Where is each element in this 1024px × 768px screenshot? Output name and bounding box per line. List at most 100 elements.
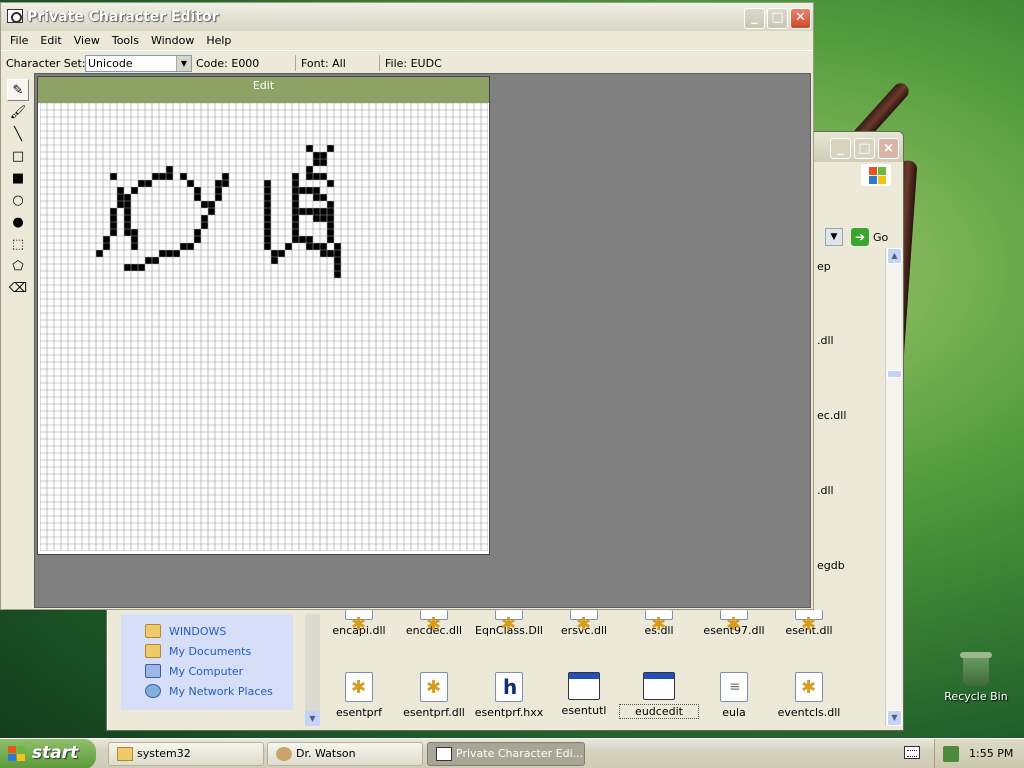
filled-pixel[interactable] [320,152,327,159]
filled-pixel[interactable] [299,236,306,243]
file-item[interactable]: EqnClass.Dll [469,610,549,637]
filled-pixel[interactable] [313,208,320,215]
go-button[interactable]: ➔ Go [851,227,888,247]
file-label[interactable]: .dll [817,484,834,497]
filled-pixel[interactable] [124,201,131,208]
filled-pixel[interactable] [271,250,278,257]
filled-pixel[interactable] [264,229,271,236]
file-item[interactable]: eula [694,672,774,719]
filled-pixel[interactable] [334,243,341,250]
filled-pixel[interactable] [110,215,117,222]
line-icon[interactable]: ╲ [7,123,29,145]
filled-pixel[interactable] [292,201,299,208]
filled-pixel[interactable] [299,187,306,194]
filled-pixel[interactable] [334,257,341,264]
filled-pixel[interactable] [201,222,208,229]
start-button[interactable]: start [0,739,96,768]
menu-view[interactable]: View [68,31,106,50]
charset-select[interactable]: Unicode ▼ [85,55,192,72]
filled-pixel[interactable] [264,194,271,201]
filled-pixel[interactable] [306,173,313,180]
filled-pixel[interactable] [327,208,334,215]
file-item[interactable]: eudcedit [619,672,699,719]
filled-pixel[interactable] [285,243,292,250]
filled-pixel[interactable] [96,250,103,257]
filled-pixel[interactable] [180,173,187,180]
filled-pixel[interactable] [306,208,313,215]
filled-pixel[interactable] [292,222,299,229]
filled-pixel[interactable] [138,264,145,271]
filled-pixel[interactable] [320,159,327,166]
filled-pixel[interactable] [166,173,173,180]
filled-pixel[interactable] [264,236,271,243]
place-windows[interactable]: WINDOWS [145,624,226,638]
filled-pixel[interactable] [306,187,313,194]
filled-pixel[interactable] [131,229,138,236]
recycle-bin[interactable]: Recycle Bin [944,652,1008,703]
filled-pixel[interactable] [320,173,327,180]
filled-pixel[interactable] [278,250,285,257]
file-item[interactable]: eventcls.dll [769,672,849,719]
place-my-documents[interactable]: My Documents [145,644,251,658]
filled-pixel[interactable] [327,215,334,222]
file-item[interactable]: encapi.dll [319,610,399,637]
filled-pixel[interactable] [320,208,327,215]
filled-pixel[interactable] [334,264,341,271]
filled-pixel[interactable] [159,250,166,257]
filled-pixel[interactable] [292,236,299,243]
filled-pixel[interactable] [292,173,299,180]
maximize-button[interactable]: □ [767,8,788,29]
file-label[interactable]: .dll [817,334,834,347]
filled-pixel[interactable] [110,229,117,236]
filled-pixel[interactable] [124,264,131,271]
filled-pixel[interactable] [313,243,320,250]
place-my-computer[interactable]: My Computer [145,664,243,678]
freeform-selection-icon[interactable]: ⬠ [7,255,29,277]
filled-pixel[interactable] [159,173,166,180]
filled-pixel[interactable] [124,222,131,229]
filled-pixel[interactable] [313,187,320,194]
filled-pixel[interactable] [194,187,201,194]
filled-pixel[interactable] [166,250,173,257]
scroll-up-button[interactable]: ▲ [887,248,902,264]
edit-window[interactable]: Edit [37,76,490,555]
file-item[interactable]: esent.dll [769,610,849,637]
menu-window[interactable]: Window [145,31,200,50]
file-item[interactable]: encdec.dll [394,610,474,637]
filled-pixel[interactable] [327,222,334,229]
filled-pixel[interactable] [131,236,138,243]
filled-pixel[interactable] [292,194,299,201]
filled-pixel[interactable] [124,208,131,215]
filled-pixel[interactable] [110,173,117,180]
filled-pixel[interactable] [201,201,208,208]
filled-rectangle-icon[interactable]: ■ [7,167,29,189]
filled-pixel[interactable] [327,236,334,243]
filled-pixel[interactable] [187,243,194,250]
filled-pixel[interactable] [292,187,299,194]
filled-pixel[interactable] [110,222,117,229]
taskbar-button-private-character-editor[interactable]: Private Character Edi... [427,742,585,766]
filled-pixel[interactable] [208,208,215,215]
filled-pixel[interactable] [138,180,145,187]
filled-pixel[interactable] [292,180,299,187]
pce-titlebar[interactable]: Private Character Editor _ □ ✕ [1,3,813,31]
filled-pixel[interactable] [264,187,271,194]
hollow-rectangle-icon[interactable]: □ [7,145,29,167]
filled-pixel[interactable] [187,180,194,187]
filled-pixel[interactable] [313,173,320,180]
filled-pixel[interactable] [292,208,299,215]
filled-pixel[interactable] [103,243,110,250]
private-character-editor-window[interactable]: Private Character Editor _ □ ✕ File Edit… [0,2,814,610]
filled-pixel[interactable] [264,208,271,215]
eraser-icon[interactable]: ⌫ [7,277,29,299]
filled-pixel[interactable] [145,180,152,187]
filled-pixel[interactable] [124,194,131,201]
filled-pixel[interactable] [222,173,229,180]
filled-pixel[interactable] [201,215,208,222]
filled-pixel[interactable] [292,229,299,236]
filled-pixel[interactable] [264,201,271,208]
menu-help[interactable]: Help [200,31,237,50]
filled-pixel[interactable] [173,250,180,257]
filled-pixel[interactable] [208,201,215,208]
address-dropdown-arrow[interactable]: ▼ [825,228,843,246]
